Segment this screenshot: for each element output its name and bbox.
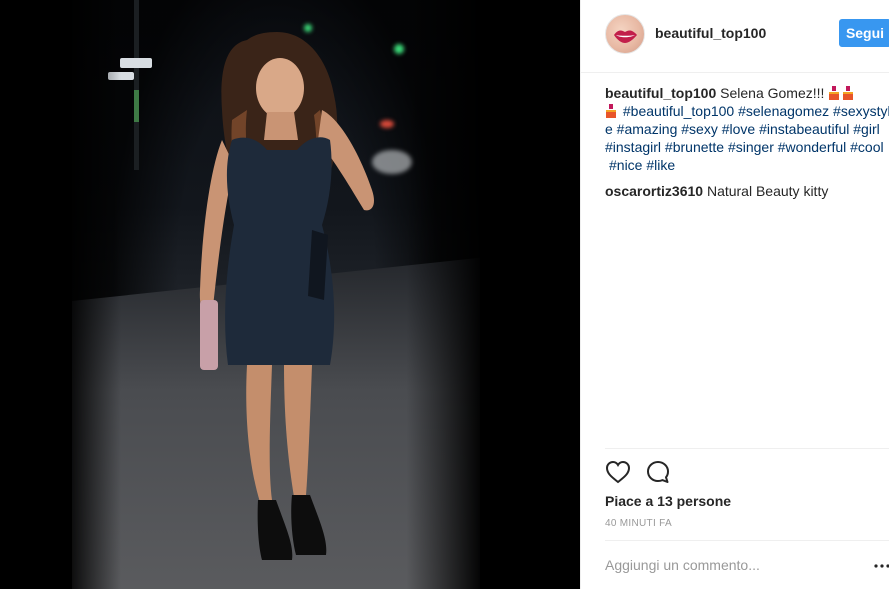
- caption-text: Selena Gomez!!!: [716, 85, 829, 101]
- more-options-icon[interactable]: [874, 558, 889, 574]
- divider: [605, 540, 889, 541]
- caption-hashtags[interactable]: #nice #like: [605, 156, 889, 174]
- post-timestamp[interactable]: 40 MINUTI FA: [605, 518, 672, 529]
- nail-polish-icon: [829, 86, 840, 100]
- comment-username[interactable]: oscarortiz3610: [605, 183, 703, 199]
- post-caption: beautiful_top100 Selena Gomez!!! #beauti…: [605, 84, 889, 174]
- comment-item: oscarortiz3610 Natural Beauty kitty: [605, 182, 828, 200]
- comment-text: Natural Beauty kitty: [703, 183, 829, 199]
- post-header: beautiful_top100 Segui: [581, 0, 889, 73]
- header-username[interactable]: beautiful_top100: [655, 25, 766, 41]
- caption-line: beautiful_top100 Selena Gomez!!!: [605, 84, 889, 102]
- likes-count[interactable]: Piace a 13 persone: [605, 493, 731, 509]
- follow-button[interactable]: Segui: [839, 19, 889, 47]
- divider: [605, 448, 889, 449]
- heart-icon[interactable]: [605, 459, 631, 485]
- avatar[interactable]: [605, 14, 645, 54]
- comment-input[interactable]: [605, 554, 855, 576]
- caption-line: #beautiful_top100 #selenagomez #sexystyl: [605, 102, 889, 120]
- lips-icon: [614, 30, 637, 43]
- photo-vignette: [72, 0, 480, 589]
- post-photo-pane: [0, 0, 580, 589]
- nail-polish-icon: [843, 86, 854, 100]
- nail-polish-icon: [606, 104, 616, 118]
- caption-hashtags[interactable]: e #amazing #sexy #love #instabeautiful #…: [605, 120, 889, 138]
- caption-hashtags[interactable]: #beautiful_top100 #selenagomez #sexystyl: [623, 103, 889, 119]
- caption-hashtags[interactable]: #instagirl #brunette #singer #wonderful …: [605, 138, 889, 156]
- post-side-panel: beautiful_top100 Segui beautiful_top100 …: [580, 0, 889, 589]
- caption-username[interactable]: beautiful_top100: [605, 85, 716, 101]
- comment-bubble-icon[interactable]: [645, 459, 671, 485]
- post-photo[interactable]: [72, 0, 480, 589]
